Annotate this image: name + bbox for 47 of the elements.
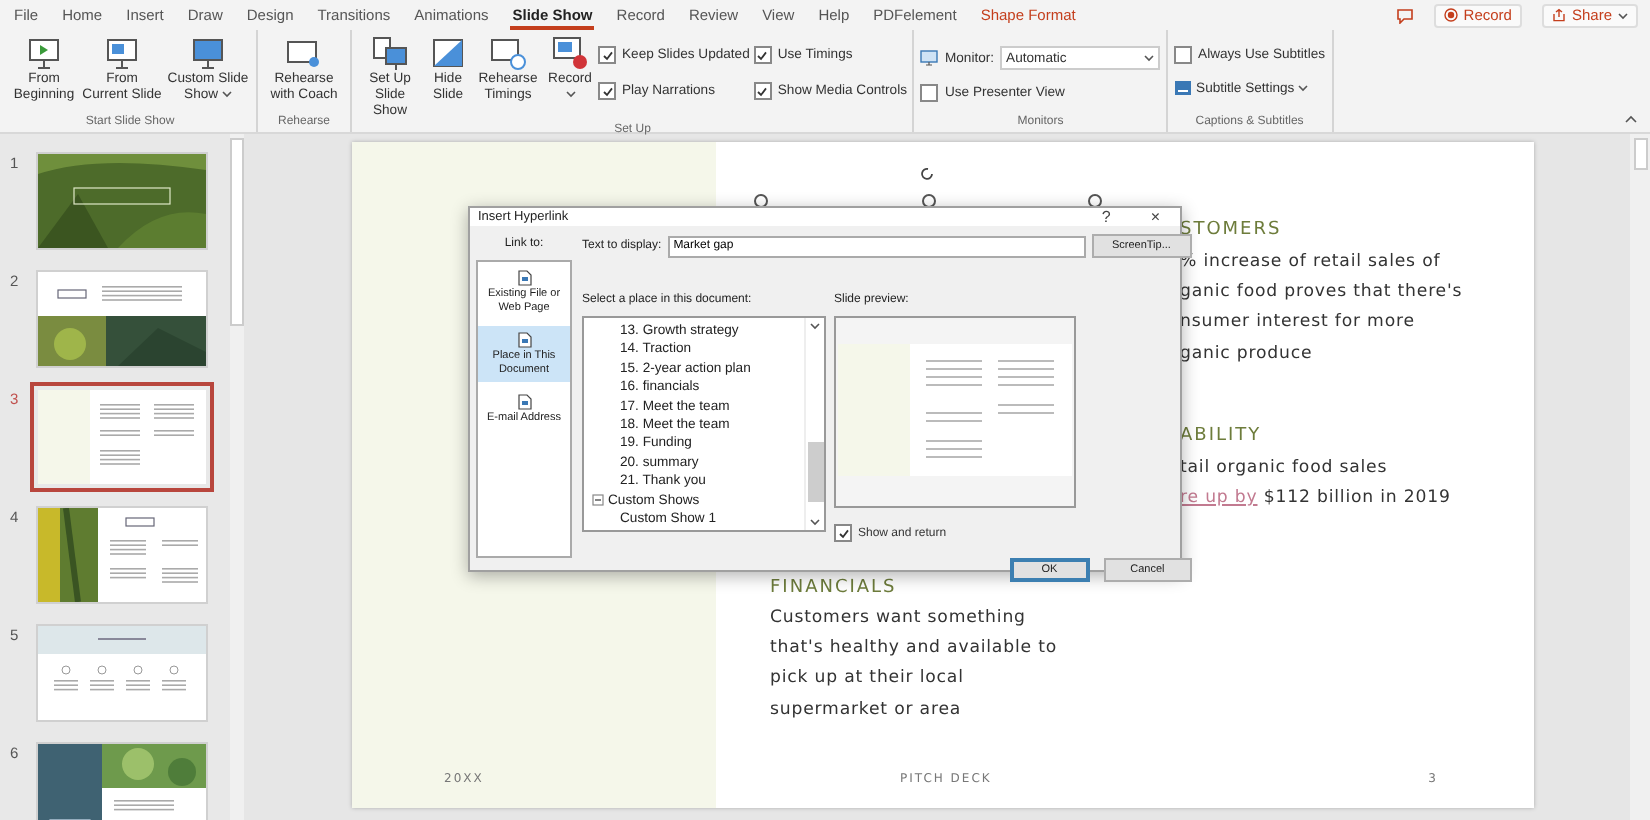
- slide-thumbnail[interactable]: [38, 744, 206, 820]
- checkbox[interactable]: [598, 82, 616, 100]
- record-icon: [1443, 8, 1458, 22]
- monitor-icon: [920, 50, 939, 66]
- caret-icon: [1298, 84, 1309, 92]
- presenter-icon: [284, 36, 324, 72]
- help-button[interactable]: ?: [1089, 208, 1123, 226]
- scroll-down-icon: [810, 518, 820, 526]
- close-button[interactable]: ×: [1138, 208, 1172, 226]
- checkbox[interactable]: [753, 46, 772, 64]
- caret-icon: [1618, 11, 1628, 19]
- slide-heading: STOMERS: [1180, 220, 1284, 240]
- checkbox[interactable]: [598, 46, 616, 64]
- checkbox[interactable]: [1174, 46, 1193, 64]
- scroll-up-icon: [810, 322, 820, 330]
- slide-paragraph: tail organic food sales re up by $112 billion in 2019: [1180, 455, 1453, 513]
- slide-heading: FINANCIALS: [770, 578, 899, 598]
- slide-thumbnail[interactable]: [38, 508, 206, 602]
- slide-thumbnail[interactable]: [38, 626, 206, 720]
- document-icon: [517, 270, 531, 286]
- slide-thumbnail[interactable]: [38, 154, 206, 248]
- checkbox[interactable]: [834, 524, 852, 542]
- document-icon: [517, 332, 531, 348]
- scroll-thumb[interactable]: [1633, 138, 1647, 170]
- scroll-thumb[interactable]: [230, 138, 244, 326]
- projection-screen-icon: [24, 36, 64, 72]
- record-slide-icon: [550, 36, 590, 72]
- slide-thumbnail[interactable]: [38, 390, 206, 484]
- scroll-thumb[interactable]: [807, 442, 823, 502]
- checkbox[interactable]: [753, 82, 772, 100]
- slide-heading: ABILITY: [1180, 425, 1264, 446]
- document-icon: [517, 394, 531, 410]
- caret-icon: [1144, 54, 1155, 62]
- slide-paragraph: Customers want something that's healthy and available to pick up at their local supermarket or area: [770, 606, 1059, 724]
- checkbox[interactable]: [920, 84, 939, 102]
- share-icon: [1551, 8, 1566, 22]
- collapse-ribbon-icon[interactable]: [1624, 114, 1638, 124]
- slide-timer-icon: [488, 36, 528, 72]
- comment-icon[interactable]: [1395, 7, 1414, 23]
- slides-setup-icon: [370, 36, 410, 72]
- rotate-handle[interactable]: [920, 166, 936, 182]
- hidden-slide-icon: [428, 36, 468, 72]
- projection-screen-icon: [188, 36, 228, 72]
- collapse-icon[interactable]: [592, 494, 604, 507]
- projection-screen-icon: [102, 36, 142, 72]
- subtitles-icon: [1174, 80, 1193, 96]
- slide-thumbnail[interactable]: [38, 272, 206, 366]
